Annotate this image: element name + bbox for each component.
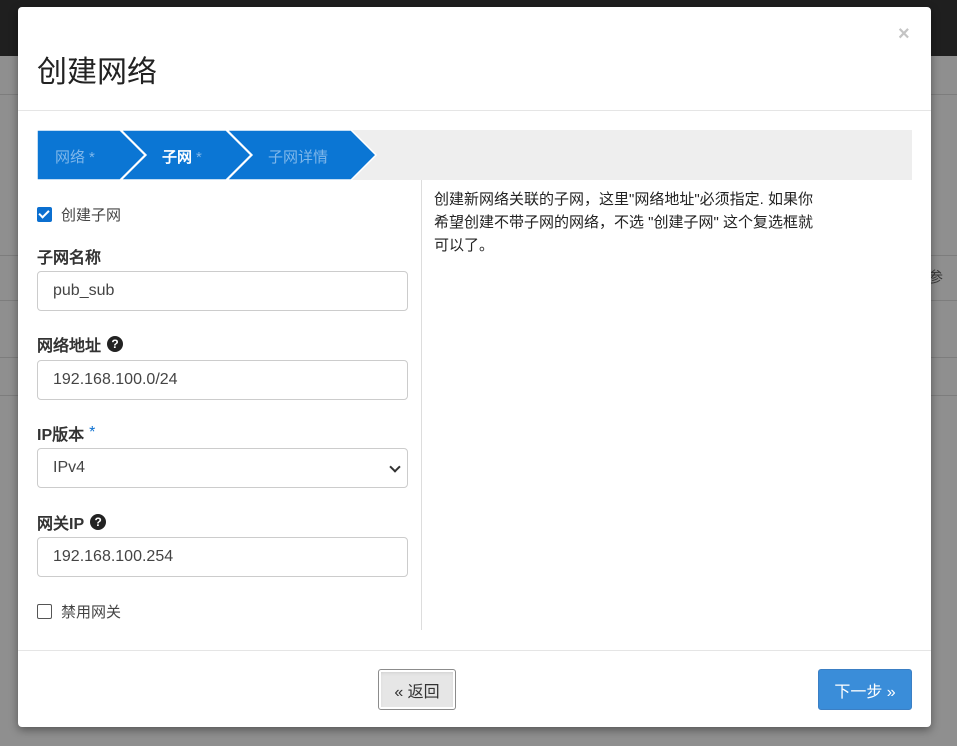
- close-icon[interactable]: ×: [898, 23, 910, 46]
- back-button[interactable]: « 返回: [378, 669, 456, 710]
- step-label: 子网详情: [268, 149, 329, 166]
- disable-gateway-checkbox-row[interactable]: 禁用网关: [37, 601, 121, 622]
- create-subnet-checkbox[interactable]: [37, 207, 52, 222]
- create-subnet-checkbox-row[interactable]: 创建子网: [37, 204, 121, 225]
- next-button[interactable]: 下一步 »: [818, 669, 912, 710]
- wizard-step-subnet-details[interactable]: 子网详情: [268, 146, 328, 167]
- modal-title: 创建网络: [37, 56, 157, 89]
- question-circle-icon[interactable]: ?: [107, 336, 124, 352]
- network-address-label: 网络地址 ?: [37, 332, 124, 356]
- network-address-input[interactable]: 192.168.100.0/24: [37, 360, 408, 400]
- question-circle-icon[interactable]: ?: [90, 514, 107, 530]
- subnet-form: 创建子网 子网名称 pub_sub 网络地址 ? 192.168.100.0/2…: [37, 180, 422, 630]
- disable-gateway-label: 禁用网关: [61, 604, 122, 621]
- chevron-down-icon: [389, 461, 401, 473]
- label-text: 网关IP: [37, 516, 85, 533]
- step-label: 子网: [162, 149, 193, 166]
- label-text: 网络地址: [37, 338, 102, 355]
- ip-version-selected: IPv4: [53, 459, 86, 476]
- ip-version-select[interactable]: IPv4: [37, 448, 408, 488]
- subnet-name-input[interactable]: pub_sub: [37, 271, 408, 311]
- subnet-name-label: 子网名称: [37, 244, 101, 268]
- step-label: 网络: [55, 149, 86, 166]
- disable-gateway-checkbox[interactable]: [37, 604, 52, 619]
- wizard-step-subnet[interactable]: 子网 *: [162, 146, 202, 167]
- gateway-ip-label: 网关IP ?: [37, 510, 107, 534]
- ip-version-label: IP版本 *: [37, 421, 95, 445]
- label-text: 子网名称: [37, 250, 102, 267]
- help-line: 可以了。: [434, 237, 495, 254]
- required-marker: *: [89, 149, 95, 166]
- help-text: 创建新网络关联的子网，这里"网络地址"必须指定. 如果你 希望创建不带子网的网络…: [434, 188, 854, 257]
- footer-divider: [18, 650, 931, 651]
- help-line: 希望创建不带子网的网络，不选 "创建子网" 这个复选框就: [434, 214, 813, 231]
- required-marker: *: [89, 424, 96, 441]
- label-text: IP版本: [37, 427, 85, 444]
- wizard-step-network[interactable]: 网络 *: [55, 146, 95, 167]
- create-subnet-label: 创建子网: [61, 207, 122, 224]
- help-line: 创建新网络关联的子网，这里"网络地址"必须指定. 如果你: [434, 191, 813, 208]
- create-network-modal: 创建网络 × 网络 * 子网 * 子网详情 创建子网 子网名称 pub_sub 网络…: [18, 7, 931, 727]
- wizard-steps: 网络 * 子网 * 子网详情: [37, 130, 912, 180]
- gateway-ip-input[interactable]: 192.168.100.254: [37, 537, 408, 577]
- required-marker: *: [196, 149, 202, 166]
- header-divider: [18, 110, 931, 111]
